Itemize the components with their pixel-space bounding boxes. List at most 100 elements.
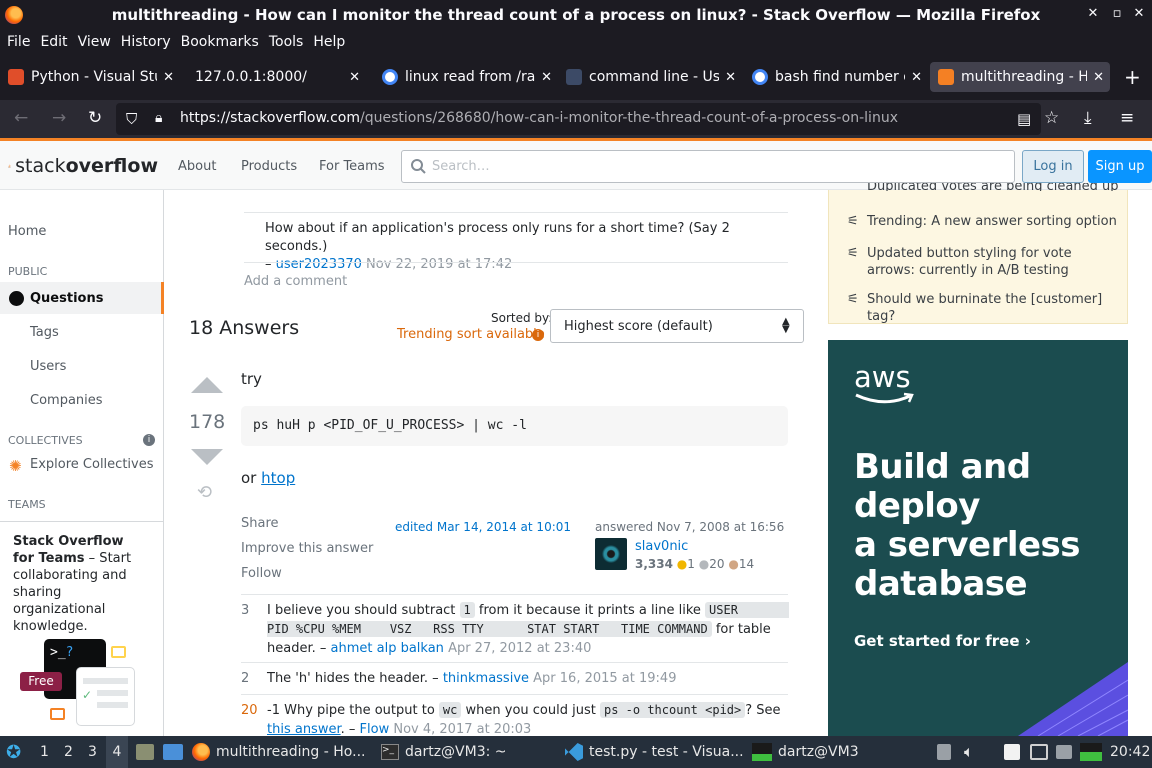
cpu-graph-icon <box>1080 743 1102 761</box>
sidebar-item-companies[interactable]: Companies <box>30 393 103 408</box>
close-tab-icon[interactable]: ✕ <box>725 70 736 85</box>
lock-icon[interactable]: 🔒︎ <box>155 110 162 126</box>
tab-vscode[interactable]: Python - Visual Stu ✕ <box>0 62 180 92</box>
close-window-icon[interactable]: ✕ <box>1130 6 1148 21</box>
reader-view-icon[interactable]: ▤ <box>1017 110 1031 128</box>
search-input[interactable] <box>401 150 1015 183</box>
teams-promo-text: Stack Overflow for Teams – Start collabo… <box>13 534 132 634</box>
stack-icon: ⚟ <box>847 246 859 261</box>
close-tab-icon[interactable]: ✕ <box>1093 70 1104 85</box>
comment-user-link[interactable]: user2023370 <box>276 257 362 272</box>
stackoverflow-logo[interactable]: stack overflow <box>8 150 158 182</box>
forward-icon[interactable]: → <box>52 108 66 128</box>
menu-view[interactable]: View <box>78 34 111 50</box>
tab-google-linux[interactable]: linux read from /ran ✕ <box>374 62 558 92</box>
files-icon[interactable] <box>136 744 154 760</box>
clock[interactable]: 20:42 <box>1110 736 1150 768</box>
sidebar-item-tags[interactable]: Tags <box>30 325 59 340</box>
menu-file[interactable]: File <box>7 34 30 50</box>
nav-about[interactable]: About <box>178 159 216 174</box>
comment-user-link[interactable]: ahmet alp balkan <box>331 641 444 656</box>
close-tab-icon[interactable]: ✕ <box>541 70 552 85</box>
add-comment-link[interactable]: Add a comment <box>244 274 347 289</box>
start-menu-icon[interactable]: ✪ <box>6 736 21 768</box>
menu-history[interactable]: History <box>121 34 171 50</box>
battery-icon[interactable] <box>1056 745 1072 759</box>
login-button[interactable]: Log in <box>1022 150 1084 183</box>
answered-date: answered Nov 7, 2008 at 16:56 <box>595 520 785 534</box>
sidebar-item-home[interactable]: Home <box>8 224 46 239</box>
history-icon[interactable]: ⟲ <box>197 482 212 503</box>
info-icon[interactable]: i <box>532 329 544 341</box>
comment-score: 2 <box>241 671 250 686</box>
meta-item[interactable]: Trending: A new answer sorting option <box>867 213 1122 230</box>
meta-item[interactable]: Updated button styling for vote arrows: … <box>867 245 1122 279</box>
tab-google-bash[interactable]: bash find number o ✕ <box>744 62 928 92</box>
workspace-4[interactable]: 4 <box>106 736 128 768</box>
volume-icon[interactable]: 🔈︎ <box>964 742 974 762</box>
desktop-icon[interactable] <box>163 744 183 760</box>
close-tab-icon[interactable]: ✕ <box>911 70 922 85</box>
comment-user-link[interactable]: thinkmassive <box>443 671 529 686</box>
network-icon[interactable] <box>1030 744 1048 760</box>
info-icon[interactable]: i <box>143 434 155 446</box>
menu-tools[interactable]: Tools <box>269 34 304 50</box>
tray-icon[interactable] <box>937 744 951 760</box>
taskbar-firefox[interactable]: multithreading - Ho... <box>192 736 370 768</box>
maximize-icon[interactable]: ▫ <box>1108 6 1126 21</box>
upvote-arrow-icon[interactable] <box>190 376 224 394</box>
close-tab-icon[interactable]: ✕ <box>163 70 174 85</box>
downloads-icon[interactable]: ⤓ <box>1084 108 1092 128</box>
menu-help[interactable]: Help <box>313 34 345 50</box>
nav-products[interactable]: Products <box>241 159 297 174</box>
hamburger-menu-icon[interactable]: ≡ <box>1120 108 1134 128</box>
improve-answer-link[interactable]: Improve this answer <box>241 541 373 556</box>
taskbar-terminal[interactable]: >_ dartz@VM3: ~ <box>381 736 551 768</box>
follow-link[interactable]: Follow <box>241 566 282 581</box>
htop-link[interactable]: htop <box>261 469 295 487</box>
meta-item[interactable]: Duplicated votes are being cleaned up <box>867 183 1122 191</box>
close-tab-icon[interactable]: ✕ <box>349 70 360 85</box>
share-link[interactable]: Share <box>241 516 279 531</box>
tab-askubuntu[interactable]: command line - Usi ✕ <box>558 62 742 92</box>
window-titlebar: multithreading - How can I monitor the t… <box>0 0 1152 30</box>
answer-user-link[interactable]: slav0nic <box>635 539 688 554</box>
reload-icon[interactable]: ↻ <box>88 108 102 128</box>
askubuntu-icon <box>566 69 582 85</box>
aws-logo: aws <box>854 360 911 394</box>
edited-link[interactable]: edited Mar 14, 2014 at 10:01 <box>395 520 571 534</box>
aws-advertisement[interactable]: aws Build and deploy a serverless database … <box>828 340 1128 736</box>
stackoverflow-icon <box>938 69 954 85</box>
this-answer-link[interactable]: this answer <box>267 722 341 736</box>
sidebar-item-questions[interactable]: Questions <box>30 291 103 306</box>
signup-button[interactable]: Sign up <box>1088 150 1152 183</box>
comment-score: 20 <box>241 703 258 718</box>
comment-user-link[interactable]: Flow <box>360 722 390 736</box>
terminal-icon: >_ <box>381 744 399 760</box>
clipboard-icon[interactable] <box>1004 744 1020 760</box>
avatar[interactable] <box>595 538 627 570</box>
taskbar-terminal-2[interactable]: dartz@VM3 <box>752 736 892 768</box>
taskbar-vscode[interactable]: test.py - test - Visua... <box>565 736 745 768</box>
shield-icon[interactable]: ⛉ <box>126 110 137 128</box>
menu-bookmarks[interactable]: Bookmarks <box>181 34 259 50</box>
workspace-3[interactable]: 3 <box>88 736 97 768</box>
workspace-1[interactable]: 1 <box>40 736 49 768</box>
url-text[interactable]: https://stackoverflow.com/questions/2686… <box>180 110 898 126</box>
minimize-icon[interactable]: ✕ <box>1084 6 1102 21</box>
nav-for-teams[interactable]: For Teams <box>319 159 385 174</box>
tab-localhost[interactable]: 127.0.0.1:8000/✕ <box>180 62 366 92</box>
sort-select[interactable]: Highest score (default) <box>550 309 804 343</box>
sidebar-item-explore-collectives[interactable]: Explore Collectives <box>30 457 154 472</box>
taskbar: ✪ 1 2 3 4 multithreading - Ho... >_ dart… <box>0 736 1152 768</box>
new-tab-icon[interactable]: + <box>1124 65 1141 89</box>
downvote-arrow-icon[interactable] <box>190 448 224 466</box>
workspace-2[interactable]: 2 <box>64 736 73 768</box>
sidebar-item-users[interactable]: Users <box>30 359 66 374</box>
meta-item[interactable]: Should we burninate the [customer] tag? <box>867 291 1122 325</box>
back-icon[interactable]: ← <box>14 108 28 128</box>
google-icon <box>752 69 768 85</box>
menu-edit[interactable]: Edit <box>40 34 67 50</box>
tab-stackoverflow[interactable]: multithreading - Ho ✕ <box>930 62 1110 92</box>
bookmark-star-icon[interactable]: ☆ <box>1044 108 1059 128</box>
